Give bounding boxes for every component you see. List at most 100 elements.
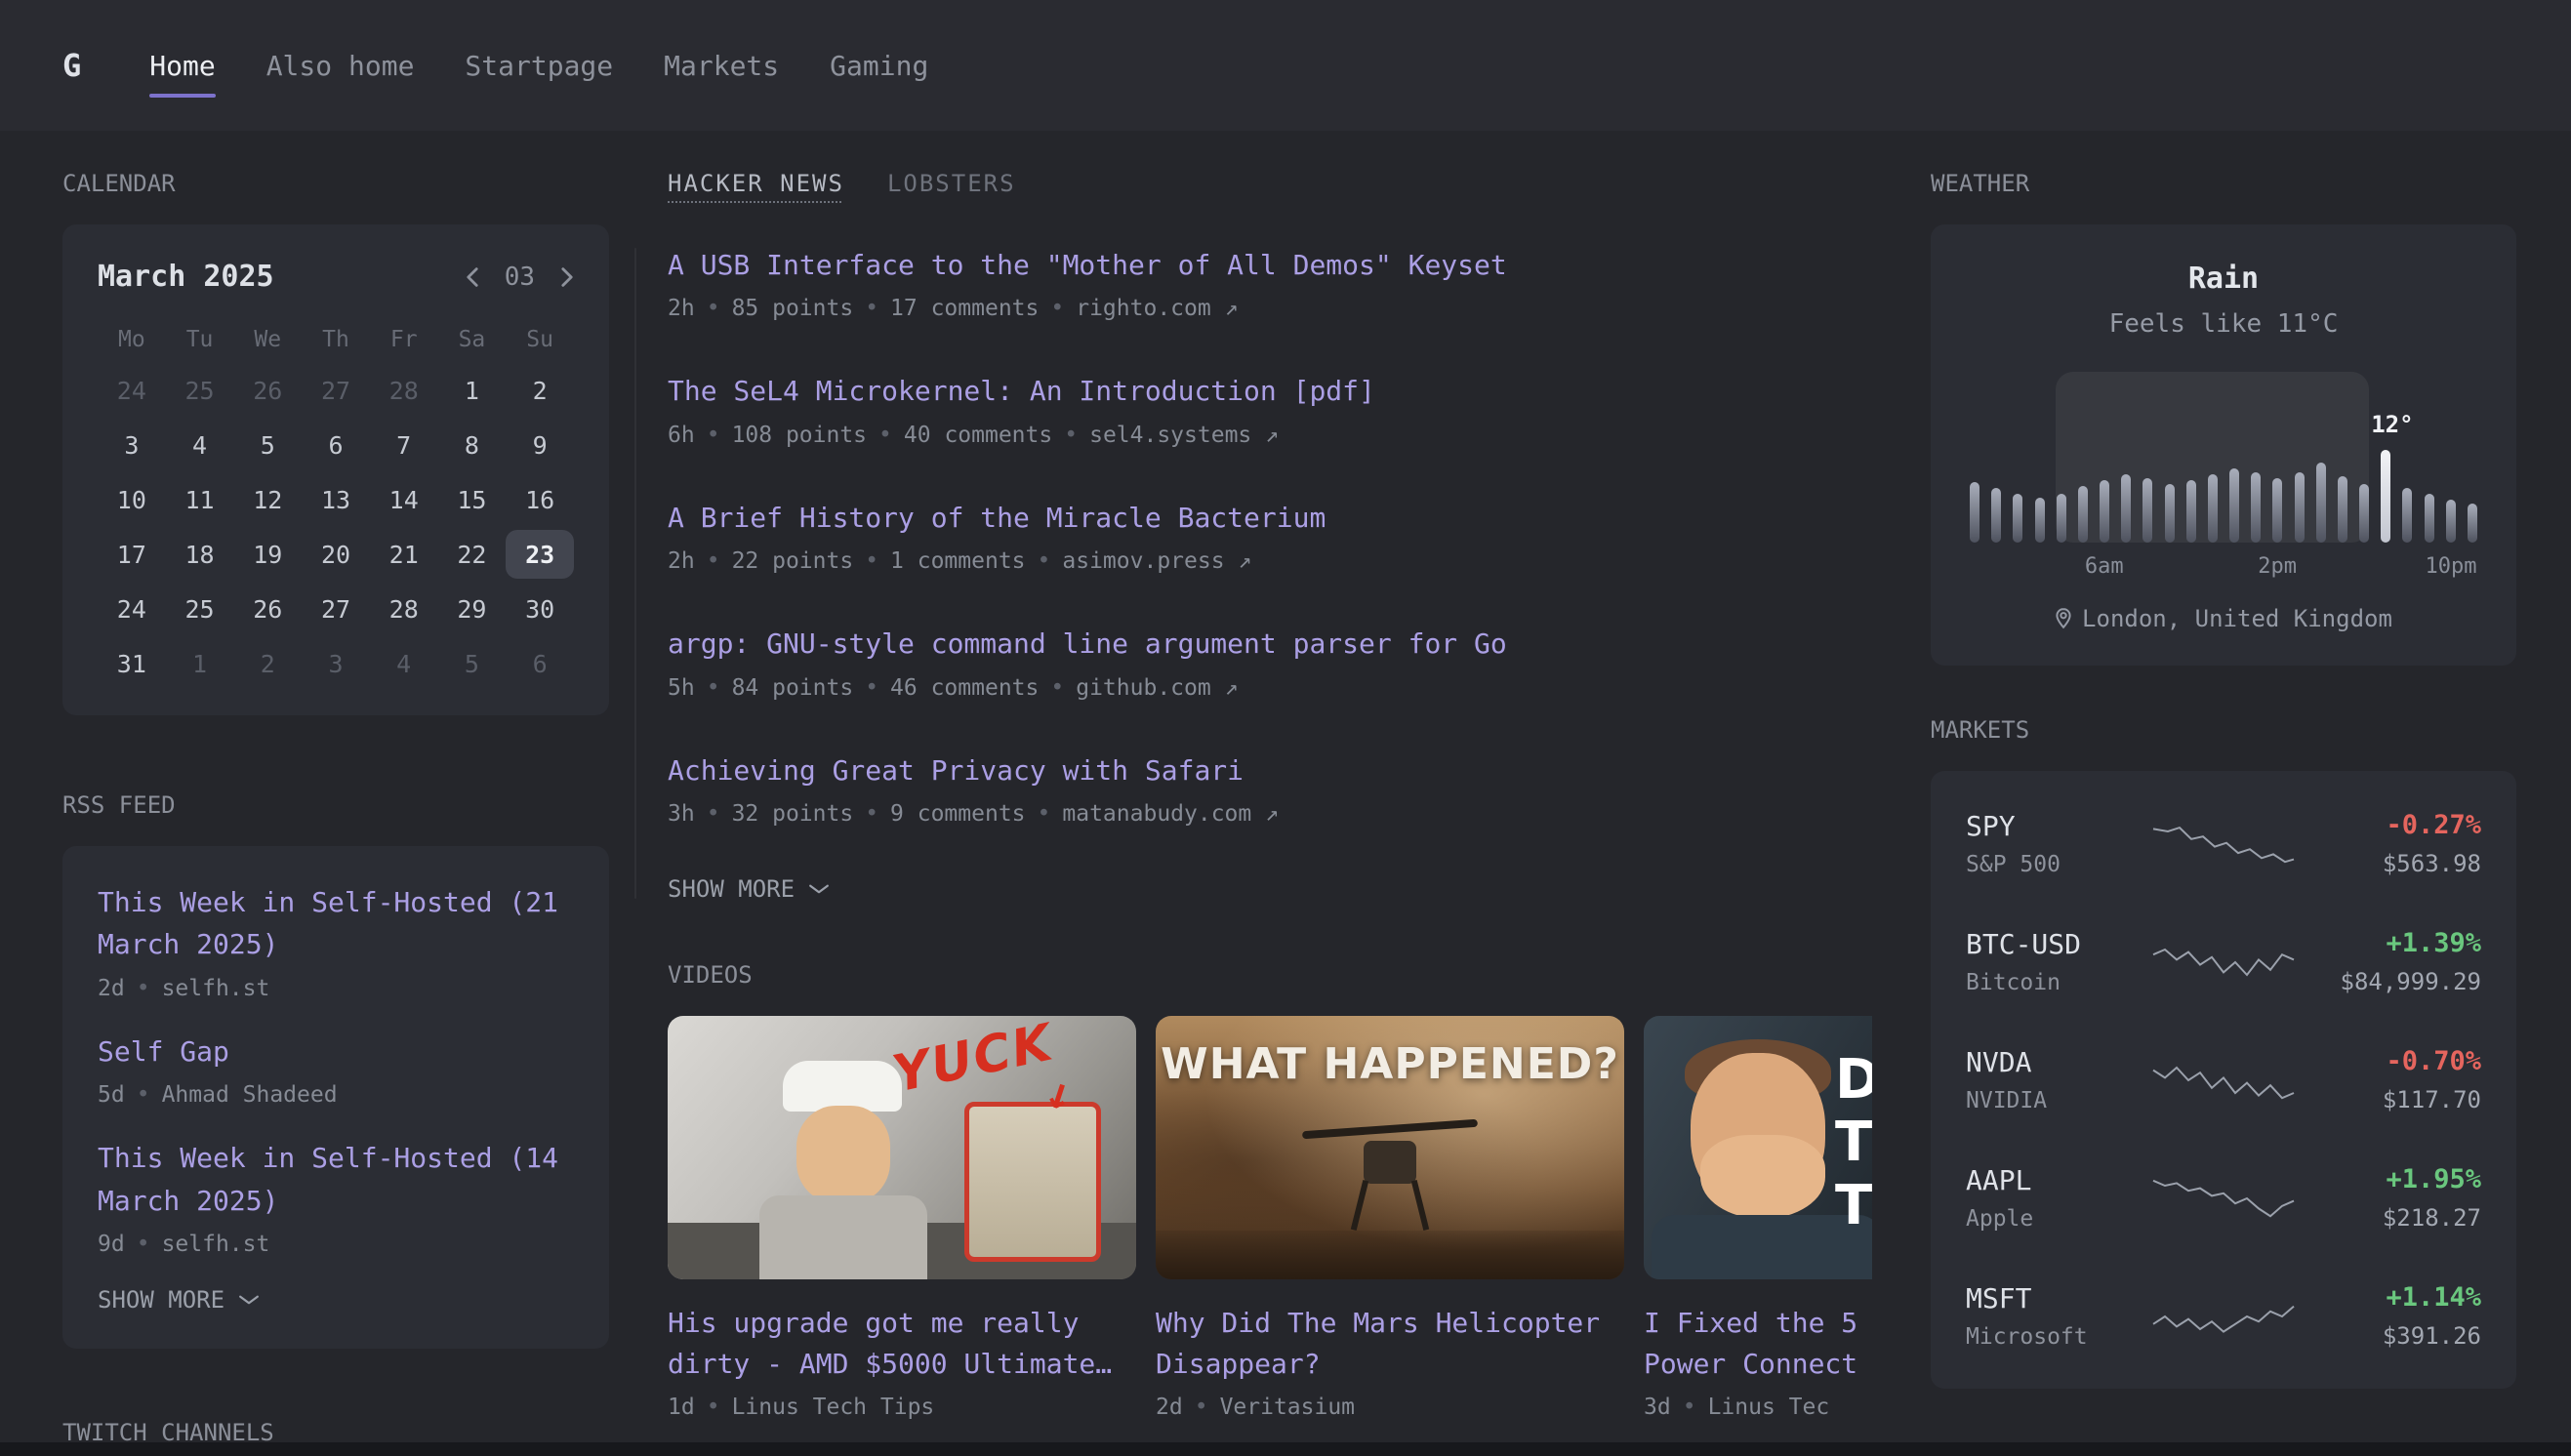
calendar-day[interactable]: 2 <box>506 366 574 415</box>
calendar-day[interactable]: 31 <box>98 639 166 688</box>
calendar-day[interactable]: 4 <box>370 639 438 688</box>
calendar-day[interactable]: 22 <box>438 530 507 579</box>
calendar-day[interactable]: 25 <box>166 366 234 415</box>
rss-item[interactable]: This Week in Self-Hosted (14 March 2025)… <box>98 1137 574 1257</box>
calendar-day[interactable]: 27 <box>302 366 370 415</box>
news-item-domain: asimov.press <box>1062 548 1224 574</box>
separator-dot: • <box>137 976 150 1001</box>
news-item-title[interactable]: Achieving Great Privacy with Safari <box>668 749 1872 791</box>
calendar-day[interactable]: 15 <box>438 475 507 524</box>
news-item-title[interactable]: A USB Interface to the "Mother of All De… <box>668 244 1872 286</box>
rss-item-title[interactable]: This Week in Self-Hosted (14 March 2025) <box>98 1137 574 1222</box>
calendar-day[interactable]: 30 <box>506 585 574 633</box>
calendar-day[interactable]: 28 <box>370 585 438 633</box>
calendar-day[interactable]: 25 <box>166 585 234 633</box>
news-item-title[interactable]: The SeL4 Microkernel: An Introduction [p… <box>668 370 1872 412</box>
market-price: $84,999.29 <box>2297 968 2481 995</box>
news-item-comments-link[interactable]: 40 comments <box>904 423 1052 448</box>
nav-tab-gaming[interactable]: Gaming <box>830 0 928 131</box>
calendar-day[interactable]: 2 <box>233 639 302 688</box>
news-item-title[interactable]: A Brief History of the Miracle Bacterium <box>668 497 1872 539</box>
tab-lobsters[interactable]: LOBSTERS <box>887 170 1016 197</box>
nav-tab-startpage[interactable]: Startpage <box>465 0 613 131</box>
market-row[interactable]: NVDA NVIDIA -0.70% $117.70 <box>1966 1021 2481 1139</box>
weather-hour-bar <box>2295 472 2305 543</box>
calendar-day[interactable]: 29 <box>438 585 507 633</box>
nav-tab-markets[interactable]: Markets <box>664 0 779 131</box>
rss-item-source: selfh.st <box>162 976 270 1001</box>
video-thumbnail[interactable]: YUCK ↓ <box>668 1016 1136 1279</box>
calendar-day[interactable]: 7 <box>370 421 438 469</box>
chevron-left-icon[interactable] <box>466 265 479 289</box>
market-row[interactable]: AAPL Apple +1.95% $218.27 <box>1966 1139 2481 1257</box>
news-item-source-link[interactable]: matanabudy.com ↗ <box>1062 801 1279 827</box>
rss-item-title[interactable]: This Week in Self-Hosted (21 March 2025) <box>98 881 574 966</box>
news-show-more-button[interactable]: SHOW MORE <box>668 875 1872 903</box>
market-change: +1.95% <box>2297 1164 2481 1194</box>
calendar-day[interactable]: 28 <box>370 366 438 415</box>
calendar-day[interactable]: 5 <box>233 421 302 469</box>
news-item-title[interactable]: argp: GNU-style command line argument pa… <box>668 623 1872 665</box>
calendar-day[interactable]: 23 <box>506 530 574 579</box>
market-name: Microsoft <box>1966 1324 2150 1350</box>
calendar-day[interactable]: 6 <box>302 421 370 469</box>
calendar-day[interactable]: 20 <box>302 530 370 579</box>
news-item-comments-link[interactable]: 46 comments <box>890 675 1039 701</box>
calendar-day[interactable]: 26 <box>233 366 302 415</box>
calendar-day[interactable]: 10 <box>98 475 166 524</box>
news-item-source-link[interactable]: asimov.press ↗ <box>1062 548 1251 574</box>
market-symbol: SPY <box>1966 810 2150 842</box>
video-thumbnail[interactable]: DO T T <box>1644 1016 1872 1279</box>
market-row[interactable]: BTC-USD Bitcoin +1.39% $84,999.29 <box>1966 903 2481 1021</box>
news-item-source-link[interactable]: righto.com ↗ <box>1076 296 1238 321</box>
calendar-day[interactable]: 3 <box>98 421 166 469</box>
calendar-day[interactable]: 21 <box>370 530 438 579</box>
rss-show-more-button[interactable]: SHOW MORE <box>98 1286 574 1314</box>
calendar-day[interactable]: 27 <box>302 585 370 633</box>
rss-item[interactable]: Self Gap 5d • Ahmad Shadeed <box>98 1031 574 1108</box>
news-item-comments-link[interactable]: 9 comments <box>890 801 1025 827</box>
calendar-day[interactable]: 12 <box>233 475 302 524</box>
calendar-day[interactable]: 19 <box>233 530 302 579</box>
calendar-day[interactable]: 5 <box>438 639 507 688</box>
calendar-day[interactable]: 3 <box>302 639 370 688</box>
chevron-right-icon[interactable] <box>560 265 574 289</box>
news-item-meta: 2h • 85 points • 17 comments • righto.co… <box>668 296 1872 321</box>
calendar-day[interactable]: 9 <box>506 421 574 469</box>
calendar-day[interactable]: 26 <box>233 585 302 633</box>
video-title[interactable]: I Fixed the 5 Power Connect <box>1644 1303 1872 1385</box>
tab-hacker-news[interactable]: HACKER NEWS <box>668 170 844 197</box>
calendar-day[interactable]: 11 <box>166 475 234 524</box>
calendar-day[interactable]: 6 <box>506 639 574 688</box>
calendar-day[interactable]: 13 <box>302 475 370 524</box>
calendar-day[interactable]: 24 <box>98 585 166 633</box>
news-item-comments-link[interactable]: 17 comments <box>890 296 1039 321</box>
calendar-day[interactable]: 24 <box>98 366 166 415</box>
separator-dot: • <box>707 548 720 574</box>
calendar-day[interactable]: 16 <box>506 475 574 524</box>
rss-item[interactable]: This Week in Self-Hosted (21 March 2025)… <box>98 881 574 1001</box>
video-title[interactable]: His upgrade got me really dirty - AMD $5… <box>668 1303 1136 1385</box>
nav-tab-also-home[interactable]: Also home <box>266 0 415 131</box>
weather-hour-bar <box>2468 504 2477 543</box>
hand-illustration <box>1700 1135 1825 1219</box>
calendar-day[interactable]: 14 <box>370 475 438 524</box>
nav-tab-home[interactable]: Home <box>149 0 215 131</box>
rss-item-title[interactable]: Self Gap <box>98 1031 574 1072</box>
calendar-day[interactable]: 4 <box>166 421 234 469</box>
news-item-domain: matanabudy.com <box>1062 801 1251 827</box>
market-row[interactable]: MSFT Microsoft +1.14% $391.26 <box>1966 1257 2481 1375</box>
video-title[interactable]: Why Did The Mars Helicopter Disappear? <box>1156 1303 1624 1385</box>
calendar-day[interactable]: 1 <box>166 639 234 688</box>
market-row[interactable]: SPY S&P 500 -0.27% $563.98 <box>1966 785 2481 903</box>
video-thumbnail[interactable]: WHAT HAPPENED? <box>1156 1016 1624 1279</box>
logo[interactable]: G <box>62 47 81 84</box>
calendar-day[interactable]: 17 <box>98 530 166 579</box>
calendar-day[interactable]: 18 <box>166 530 234 579</box>
video-age: 1d <box>668 1395 695 1420</box>
news-item-source-link[interactable]: github.com ↗ <box>1076 675 1238 701</box>
news-item-comments-link[interactable]: 1 comments <box>890 548 1025 574</box>
calendar-day[interactable]: 8 <box>438 421 507 469</box>
news-item-source-link[interactable]: sel4.systems ↗ <box>1089 423 1279 448</box>
calendar-day[interactable]: 1 <box>438 366 507 415</box>
